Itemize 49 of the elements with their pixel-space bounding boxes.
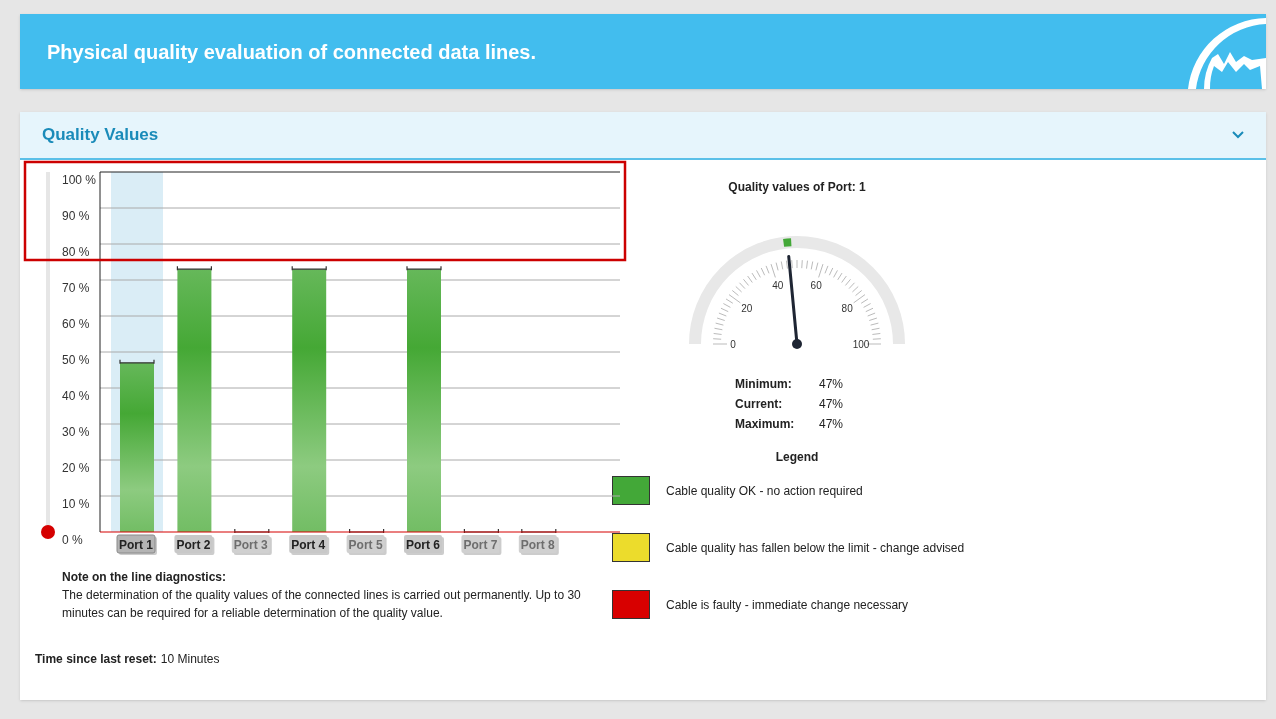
gauge-title: Quality values of Port: 1 [728, 179, 866, 196]
stat-value: 47% [819, 416, 845, 432]
gauge-scale-label: 0 [730, 339, 736, 350]
note-title: Note on the line diagnostics: [62, 569, 227, 586]
y-axis-label: 60 % [62, 317, 90, 331]
stat-label: Current: [735, 396, 784, 412]
panel-header[interactable]: Quality Values [20, 112, 1266, 160]
gauge-scale-label: 60 [810, 280, 822, 292]
gauge-scale-label: 40 [772, 280, 784, 292]
y-axis-label: 0 % [62, 533, 83, 547]
y-axis-label: 30 % [62, 425, 90, 439]
gauge-scale-label: 100 [852, 339, 870, 350]
panel-title: Quality Values [42, 124, 159, 147]
gauge-scale-label: 80 [841, 302, 853, 314]
port-tab[interactable]: Port 2 [174, 535, 215, 555]
bar-top-cap [176, 265, 212, 271]
port-tab[interactable]: Port 1 [116, 534, 157, 555]
bar-top-cap [406, 265, 442, 271]
y-axis-label: 50 % [62, 353, 90, 367]
reset-value: 10 Minutes [160, 651, 220, 668]
port-tab[interactable]: Port 4 [289, 535, 330, 555]
y-axis-label: 10 % [62, 497, 90, 511]
stat-value: 47% [819, 396, 845, 412]
legend-text: Cable is faulty - immediate change necessary [666, 596, 909, 614]
bar-top-cap [119, 359, 155, 365]
legend-text: Cable quality has fallen below the limit - change advised [666, 539, 965, 557]
bar-top-cap [291, 265, 327, 271]
y-axis-label: 80 % [62, 245, 90, 259]
y-axis-label: 40 % [62, 389, 90, 403]
legend-text: Cable quality OK - no action required [666, 482, 863, 500]
y-axis-label: 20 % [62, 461, 90, 475]
bar-top-cap [234, 528, 270, 534]
page-title: Physical quality evaluation of connected data lines. [47, 39, 537, 65]
y-axis-label: 90 % [62, 209, 90, 223]
chevron-icon [1232, 131, 1244, 139]
stat-label: Minimum: [735, 376, 793, 392]
stat-label: Maximum: [735, 416, 796, 432]
bar-top-cap [521, 528, 557, 534]
bar-top-cap [349, 528, 385, 534]
bar-top-cap [463, 528, 499, 534]
legend-title: Legend [775, 449, 819, 466]
reset-label: Time since last reset: [35, 651, 157, 668]
y-axis-label: 70 % [62, 281, 90, 295]
threshold-slider[interactable] [41, 172, 55, 539]
stat-value: 47% [819, 376, 845, 392]
note-text: The determination of the quality values of the connected lines is carried out permanently. Up to 30 minutes can be required for a reliable determination of the quality value. [62, 587, 582, 622]
y-axis-label: 100 % [62, 173, 97, 187]
gauge-scale-label: 20 [741, 302, 753, 314]
port-tab[interactable]: Port 6 [404, 535, 444, 555]
